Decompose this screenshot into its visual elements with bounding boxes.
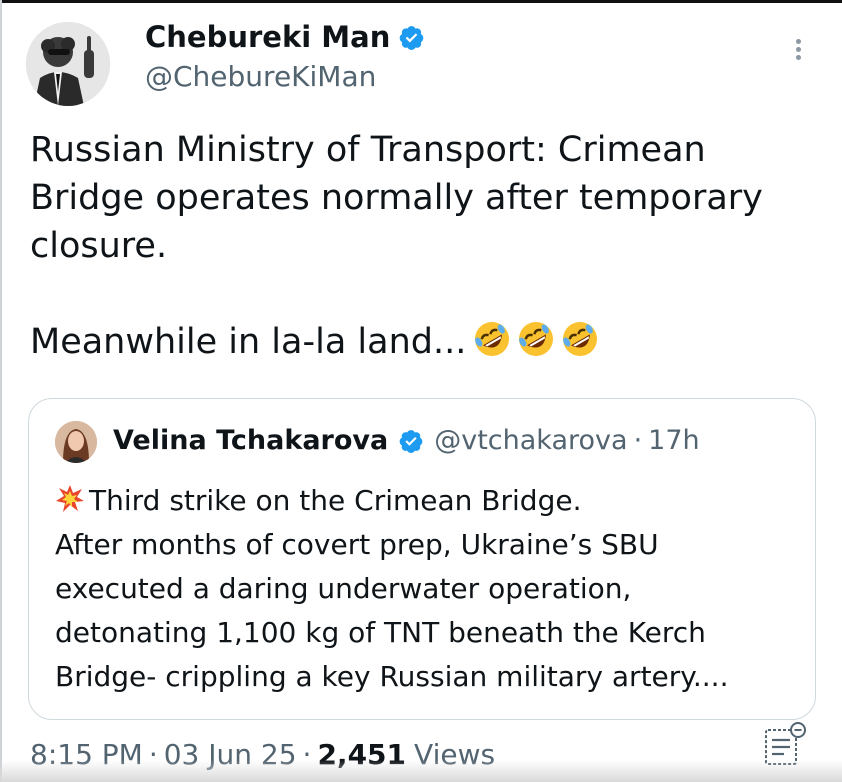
- verified-badge-icon: [398, 24, 425, 51]
- bottom-fade: [0, 760, 842, 782]
- quote-text-line: executed a daring underwater operation,: [55, 572, 632, 605]
- emoji-group: [472, 319, 600, 359]
- quote-timestamp[interactable]: 17h: [648, 425, 699, 456]
- quoted-tweet-card[interactable]: Velina Tchakarova @vtchakarova · 17h Thi…: [28, 398, 816, 720]
- separator: ·: [633, 425, 643, 456]
- tweet-screenshot: Chebureki Man @ChebureKiMan Russian Mini…: [0, 0, 842, 782]
- author-handle[interactable]: @ChebureKiMan: [145, 60, 376, 93]
- left-border: [0, 0, 2, 782]
- quote-text: Third strike on the Crimean Bridge. Afte…: [55, 479, 805, 699]
- tweet-text-line-2: Meanwhile in la-la land...: [30, 318, 820, 366]
- quote-text-line: Third strike on the Crimean Bridge.: [55, 479, 805, 523]
- more-vertical-icon[interactable]: [788, 36, 808, 66]
- author-name[interactable]: Chebureki Man: [145, 20, 390, 54]
- quote-author-handle[interactable]: @vtchakarova: [434, 425, 627, 456]
- meanwhile-text: Meanwhile in la-la land...: [30, 322, 467, 362]
- tweet-text-line: closure.: [30, 226, 168, 266]
- quote-header: Velina Tchakarova @vtchakarova · 17h: [113, 425, 700, 456]
- tweet-text: Russian Ministry of Transport: Crimean B…: [30, 126, 820, 366]
- quote-first-line: Third strike on the Crimean Bridge.: [89, 484, 582, 517]
- quote-text-line: detonating 1,100 kg of TNT beneath the K…: [55, 616, 706, 649]
- top-border: [0, 0, 842, 3]
- rofl-emoji-icon: [472, 319, 512, 359]
- quote-author-avatar[interactable]: [55, 421, 97, 463]
- collision-emoji-icon: [55, 483, 85, 513]
- tweet-text-line: Russian Ministry of Transport: Crimean: [30, 130, 706, 170]
- verified-badge-icon: [398, 428, 424, 454]
- rofl-emoji-icon: [516, 319, 556, 359]
- quote-author-name[interactable]: Velina Tchakarova: [113, 425, 388, 456]
- author-name-row[interactable]: Chebureki Man: [145, 20, 425, 54]
- rofl-emoji-icon: [560, 319, 600, 359]
- tweet-text-line: Bridge operates normally after temporary: [30, 178, 763, 218]
- quote-text-line: Bridge- crippling a key Russian military…: [55, 660, 729, 693]
- author-avatar[interactable]: [26, 22, 110, 106]
- quote-text-line: After months of covert prep, Ukraine’s S…: [55, 528, 659, 561]
